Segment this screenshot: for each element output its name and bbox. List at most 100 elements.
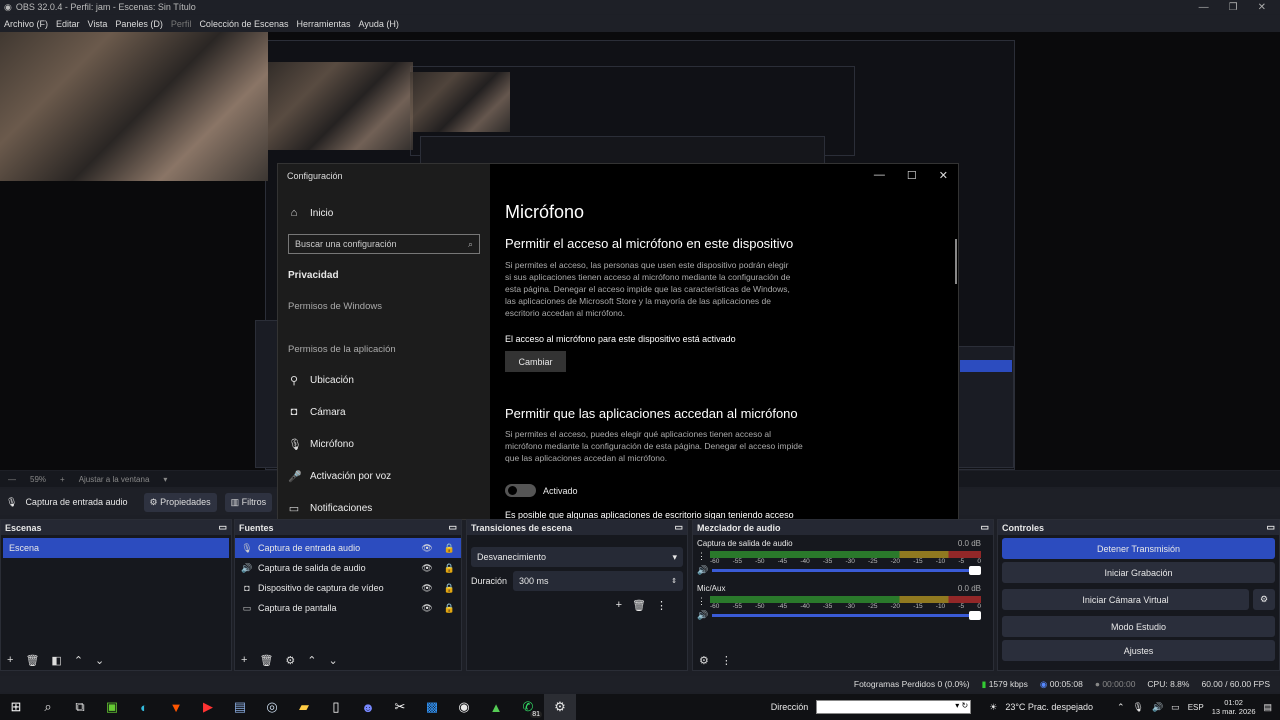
eye-icon[interactable]: 👁 [421, 583, 432, 594]
lock-icon[interactable]: 🔒 [444, 563, 455, 574]
nav-camera[interactable]: ◘ Cámara [288, 406, 346, 418]
minecraft-icon[interactable]: ▣ [96, 694, 128, 720]
more-icon[interactable]: ⋮ [697, 596, 706, 610]
add-icon[interactable]: + [616, 599, 622, 612]
more-icon[interactable]: ⋮ [656, 599, 667, 612]
youtube-icon[interactable]: ▶ [192, 694, 224, 720]
volume-icon[interactable]: 🔊 [1152, 702, 1163, 713]
trash-icon[interactable]: 🗑 [259, 654, 273, 667]
source-item[interactable]: 🔊 Captura de salida de audio 👁 🔒 [235, 558, 461, 578]
lock-icon[interactable]: 🔒 [444, 543, 455, 554]
transition-select[interactable]: Desvanecimiento ▾ [471, 547, 683, 567]
start-virtual-camera-button[interactable]: Iniciar Cámara Virtual [1002, 589, 1249, 610]
gear-icon[interactable]: ⚙ [285, 654, 295, 667]
add-icon[interactable]: + [7, 654, 13, 666]
microphone-icon[interactable]: 🎙 [1133, 702, 1144, 713]
task-view-icon[interactable]: ⧉ [64, 694, 96, 720]
lock-icon[interactable]: 🔒 [444, 583, 455, 594]
maximize-icon[interactable]: ❐ [1229, 2, 1238, 13]
volume-slider[interactable] [712, 566, 981, 575]
file-icon[interactable]: ▯ [320, 694, 352, 720]
menu-paneles[interactable]: Paneles (D) [111, 19, 167, 29]
chevron-up-icon[interactable]: ⌃ [1117, 702, 1125, 713]
source-item[interactable]: ◘ Dispositivo de captura de vídeo 👁 🔒 [235, 578, 461, 598]
apps-toggle[interactable] [505, 484, 536, 497]
speaker-icon[interactable]: 🔊 [697, 565, 708, 576]
undock-icon[interactable]: ▭ [980, 522, 989, 533]
discord-icon[interactable]: ☻ [352, 694, 384, 720]
weather[interactable]: 23°C Prac. despejado [1005, 702, 1093, 712]
duration-input[interactable]: 300 ms ⇕ [513, 571, 683, 591]
nav-notifications[interactable]: ▭ Notificaciones [288, 502, 372, 515]
minimize-icon[interactable]: — [874, 169, 885, 182]
more-icon[interactable]: ⋮ [721, 654, 732, 667]
notification-icon[interactable]: ▤ [1263, 702, 1272, 713]
stepper-icon[interactable]: ⇕ [671, 577, 677, 585]
scene-item[interactable]: Escena [3, 538, 229, 558]
brave-icon[interactable]: ▼ [160, 694, 192, 720]
app-icon[interactable]: ▤ [224, 694, 256, 720]
menu-editar[interactable]: Editar [52, 19, 84, 29]
up-arrow-icon[interactable]: ⌃ [307, 654, 316, 667]
down-arrow-icon[interactable]: ⌄ [329, 654, 338, 667]
menu-coleccion[interactable]: Colección de Escenas [195, 19, 292, 29]
start-recording-button[interactable]: Iniciar Grabación [1002, 562, 1275, 583]
nav-location[interactable]: ⚲ Ubicación [288, 374, 354, 387]
undock-icon[interactable]: ▭ [448, 522, 457, 533]
nav-voice-activation[interactable]: 🎤 Activación por voz [288, 470, 391, 483]
steam-icon[interactable]: ◎ [256, 694, 288, 720]
capcut-icon[interactable]: ✂ [384, 694, 416, 720]
settings-app-icon[interactable]: ⚙ [544, 694, 576, 720]
trash-icon[interactable]: 🗑 [632, 599, 646, 612]
slider-knob[interactable] [969, 566, 981, 575]
menu-archivo[interactable]: Archivo (F) [0, 19, 52, 29]
advanced-audio-icon[interactable]: ⚙ [699, 654, 709, 667]
volume-slider[interactable] [712, 611, 981, 620]
virtual-camera-settings-button[interactable]: ⚙ [1253, 589, 1275, 610]
maximize-icon[interactable]: ☐ [907, 169, 917, 182]
source-item[interactable]: ▭ Captura de pantalla 👁 🔒 [235, 598, 461, 618]
close-icon[interactable]: ✕ [939, 169, 948, 182]
slider-knob[interactable] [969, 611, 981, 620]
zoom-out-icon[interactable]: — [8, 475, 16, 484]
chevron-down-icon[interactable]: ▾ [163, 475, 167, 484]
whatsapp-icon[interactable]: ✆ 81 [512, 694, 544, 720]
fit-window[interactable]: Ajustar a la ventana [79, 475, 150, 484]
windows-start-icon[interactable]: ⊞ [0, 694, 32, 720]
stop-streaming-button[interactable]: Detener Transmisión [1002, 538, 1275, 559]
up-arrow-icon[interactable]: ⌃ [74, 654, 83, 667]
store-icon[interactable]: ▩ [416, 694, 448, 720]
language[interactable]: ESP [1188, 703, 1204, 712]
speaker-icon[interactable]: 🔊 [697, 610, 708, 621]
menu-herramientas[interactable]: Herramientas [293, 19, 355, 29]
trash-icon[interactable]: 🗑 [25, 654, 39, 667]
studio-mode-button[interactable]: Modo Estudio [1002, 616, 1275, 637]
clock[interactable]: 01:02 13 mar. 2026 [1212, 698, 1256, 716]
obs-icon[interactable]: ◉ [448, 694, 480, 720]
menu-ayuda[interactable]: Ayuda (H) [355, 19, 403, 29]
eye-icon[interactable]: 👁 [421, 603, 432, 614]
settings-search[interactable]: Buscar una configuración ⌕ [288, 234, 480, 254]
undock-icon[interactable]: ▭ [674, 522, 683, 533]
zoom-in-icon[interactable]: + [60, 475, 65, 484]
menu-perfil[interactable]: Perfil [167, 19, 196, 29]
source-item[interactable]: 🎙 Captura de entrada audio 👁 🔒 [235, 538, 461, 558]
filters-button[interactable]: ▥ Filtros [224, 492, 273, 512]
undock-icon[interactable]: ▭ [1266, 522, 1275, 533]
minimize-icon[interactable]: — [1199, 2, 1209, 13]
search-icon[interactable]: ⌕ [32, 694, 64, 720]
menu-vista[interactable]: Vista [84, 19, 112, 29]
nav-home[interactable]: ⌂ Inicio [288, 207, 334, 219]
close-icon[interactable]: ✕ [1258, 2, 1266, 13]
eye-icon[interactable]: 👁 [421, 563, 432, 574]
properties-button[interactable]: ⚙ Propiedades [143, 492, 217, 512]
search-icon[interactable]: ⌕ [468, 239, 473, 250]
scrollbar[interactable] [955, 239, 957, 284]
nav-microphone[interactable]: 🎙 Micrófono [288, 438, 354, 451]
settings-button[interactable]: Ajustes [1002, 640, 1275, 661]
eye-icon[interactable]: 👁 [421, 543, 432, 554]
network-icon[interactable]: ▭ [1171, 702, 1180, 713]
android-icon[interactable]: ▲ [480, 694, 512, 720]
more-icon[interactable]: ⋮ [697, 551, 706, 565]
undock-icon[interactable]: ▭ [218, 522, 227, 533]
